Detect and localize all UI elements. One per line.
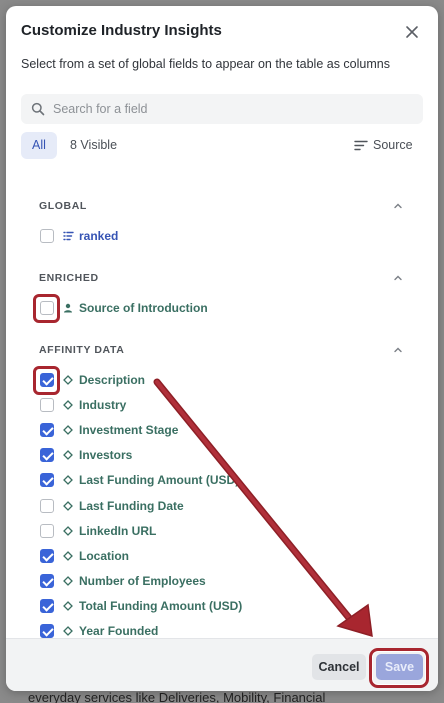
section-header-global: GLOBAL [39,200,87,212]
field-label: Location [79,549,129,563]
field-checkbox[interactable] [40,574,54,588]
field-label: Industry [79,398,127,412]
dialog-title: Customize Industry Insights [21,22,222,39]
source-label: Source [373,138,413,152]
diamond-icon [63,626,73,636]
field-row-last-funding-date[interactable]: Last Funding Date [40,496,400,516]
field-label: LinkedIn URL [79,524,157,538]
diamond-icon [63,450,73,460]
field-label: Investors [79,448,133,462]
field-label: ranked [79,229,119,243]
field-checkbox[interactable] [40,398,54,412]
field-label: Investment Stage [79,423,179,437]
field-checkbox[interactable] [40,473,54,487]
chevron-up-icon[interactable] [392,200,404,212]
field-row-industry[interactable]: Industry [40,395,400,415]
field-checkbox[interactable] [40,499,54,513]
section-header-enriched: ENRICHED [39,272,99,284]
field-row-source-of-introduction[interactable]: Source of Introduction [40,298,400,318]
close-button[interactable] [402,22,422,42]
chevron-up-icon[interactable] [392,344,404,356]
chevron-up-icon[interactable] [392,272,404,284]
diamond-icon [63,526,73,536]
field-row-investment-stage[interactable]: Investment Stage [40,420,400,440]
field-checkbox[interactable] [40,599,54,613]
field-row-ranked[interactable]: ranked [40,226,400,246]
diamond-icon [63,400,73,410]
source-sort-button[interactable]: Source [354,132,413,159]
field-checkbox[interactable] [40,229,54,243]
tab-visible[interactable]: 8 Visible [70,132,117,159]
search-icon [31,102,45,116]
sort-lines-icon [354,140,368,151]
field-checkbox[interactable] [40,549,54,563]
search-input[interactable] [53,94,413,124]
backdrop-text: everyday services like Deliveries, Mobil… [28,690,326,703]
search-bar [21,94,423,124]
field-row-investors[interactable]: Investors [40,445,400,465]
field-label: Description [79,373,146,387]
diamond-icon [63,425,73,435]
field-row-location[interactable]: Location [40,546,400,566]
cancel-button[interactable]: Cancel [312,654,366,680]
field-row-linkedin-url[interactable]: LinkedIn URL [40,521,400,541]
field-label: Number of Employees [79,574,206,588]
diamond-icon [63,475,73,485]
field-checkbox[interactable] [40,624,54,638]
tab-all[interactable]: All [21,132,57,159]
diamond-icon [63,576,73,586]
field-row-total-funding-amount-usd[interactable]: Total Funding Amount (USD) [40,596,400,616]
diamond-icon [63,601,73,611]
annotation-highlight-checkbox [33,366,60,395]
list-icon [63,231,74,241]
diamond-icon [63,501,73,511]
person-icon [64,303,72,313]
field-label: Source of Introduction [79,301,208,315]
field-label: Total Funding Amount (USD) [79,599,243,613]
field-label: Last Funding Date [79,499,184,513]
customize-insights-dialog: Customize Industry Insights Select from … [6,6,438,691]
field-label: Last Funding Amount (USD) [79,473,240,487]
field-checkbox[interactable] [40,448,54,462]
field-checkbox[interactable] [40,423,54,437]
dialog-subtitle: Select from a set of global fields to ap… [21,57,390,71]
close-icon [406,26,418,38]
field-row-last-funding-amount-usd[interactable]: Last Funding Amount (USD) [40,470,400,490]
field-row-description[interactable]: Description [40,370,400,390]
annotation-highlight-save [369,648,429,688]
field-row-number-of-employees[interactable]: Number of Employees [40,571,400,591]
diamond-icon [63,375,73,385]
section-header-affinity-data: AFFINITY DATA [39,344,125,356]
field-checkbox[interactable] [40,524,54,538]
diamond-icon [63,551,73,561]
field-label: Year Founded [79,624,159,638]
annotation-highlight-checkbox [33,294,60,323]
